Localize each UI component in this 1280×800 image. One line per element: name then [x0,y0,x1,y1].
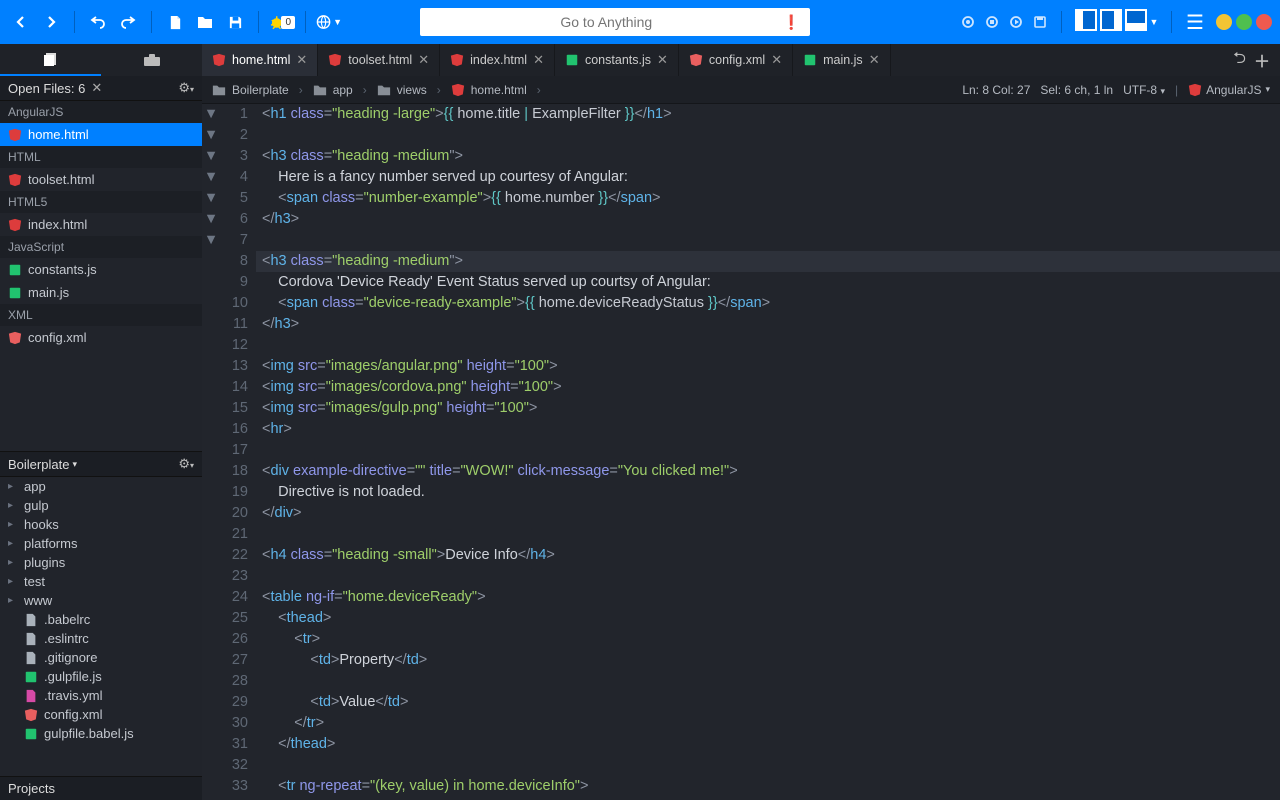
tab-constants-js[interactable]: constants.js✕ [555,44,679,76]
lang-header: JavaScript [0,236,202,258]
angular-icon [451,83,465,97]
tab-config-xml[interactable]: config.xml✕ [679,44,793,76]
folder-icon [377,83,391,97]
lang-header: HTML5 [0,191,202,213]
open-files-label: Open Files: 6 [8,81,85,96]
redo-button[interactable] [115,9,141,35]
minimize-button[interactable] [1216,14,1232,30]
crumb-root[interactable]: Boilerplate [232,83,289,97]
tree-item-www[interactable]: ▸www [0,591,202,610]
tree-root-label: Boilerplate [8,457,69,472]
layout-left-button[interactable] [1075,9,1097,31]
close-button[interactable] [1256,14,1272,30]
close-icon[interactable]: ✕ [657,52,668,68]
save-button[interactable] [222,9,248,35]
sidebar: Open Files: 6 ✕ ⚙▾ AngularJShome.htmlHTM… [0,76,202,800]
status-selection: Sel: 6 ch, 1 ln [1040,83,1113,97]
play-button[interactable] [1005,11,1027,33]
lang-header: XML [0,304,202,326]
tree-item-platforms[interactable]: ▸platforms [0,534,202,553]
close-panel-icon[interactable]: ✕ [91,80,102,96]
open-file-main-js[interactable]: main.js [0,281,202,304]
status-language[interactable]: AngularJS▾ [1188,83,1270,97]
warning-icon: ❗ [783,14,800,31]
folder-icon [313,83,327,97]
tab-home-html[interactable]: home.html✕ [202,44,318,76]
tree-item--babelrc[interactable]: .babelrc [0,610,202,629]
lang-header: AngularJS [0,101,202,123]
tree-item-app[interactable]: ▸app [0,477,202,496]
crumb-seg[interactable]: app [333,83,353,97]
editor: Boilerplate› app› views› home.html› Ln: … [202,76,1280,800]
projects-header[interactable]: Projects [0,776,202,800]
tab-bar: home.html✕toolset.html✕index.html✕consta… [0,44,1280,76]
menu-button[interactable]: ☰ [1182,9,1208,35]
open-file-index-html[interactable]: index.html [0,213,202,236]
folder-icon [212,83,226,97]
breadcrumb-bar: Boilerplate› app› views› home.html› Ln: … [202,76,1280,104]
layout-right-button[interactable] [1100,9,1122,31]
tab-index-html[interactable]: index.html✕ [440,44,555,76]
close-icon[interactable]: ✕ [296,52,307,68]
tree-item--eslintrc[interactable]: .eslintrc [0,629,202,648]
tree-item--gitignore[interactable]: .gitignore [0,648,202,667]
lang-header: HTML [0,146,202,168]
close-icon[interactable]: ✕ [533,52,544,68]
layout-menu-button[interactable]: ▼ [1147,9,1161,35]
angular-icon [1188,83,1202,97]
gear-icon[interactable]: ⚙▾ [178,456,194,472]
tree-item-gulpfile-babel-js[interactable]: gulpfile.babel.js [0,724,202,743]
open-file-config-xml[interactable]: config.xml [0,326,202,349]
main-toolbar: 0 ▼ ❗ ▼ ☰ [0,0,1280,44]
close-icon[interactable]: ✕ [418,52,429,68]
forward-button[interactable] [38,9,64,35]
back-button[interactable] [8,9,34,35]
open-file-toolset-html[interactable]: toolset.html [0,168,202,191]
maximize-button[interactable] [1236,14,1252,30]
tree-item--gulpfile-js[interactable]: .gulpfile.js [0,667,202,686]
stop-button[interactable] [981,11,1003,33]
debug-button[interactable]: 0 [269,9,295,35]
debug-count: 0 [281,16,295,29]
code-area[interactable]: ▼▼▼▼▼▼▼ 12345678910111213141516171819202… [202,104,1280,800]
tree-item-plugins[interactable]: ▸plugins [0,553,202,572]
new-tab-button[interactable]: ＋ [1254,48,1270,72]
new-file-button[interactable] [162,9,188,35]
status-encoding[interactable]: UTF-8 ▾ [1123,83,1165,97]
undo-button[interactable] [85,9,111,35]
tree-item-hooks[interactable]: ▸hooks [0,515,202,534]
restore-tab-button[interactable]: ⮌ [1233,47,1246,74]
tab-toolset-html[interactable]: toolset.html✕ [318,44,440,76]
close-icon[interactable]: ✕ [869,52,880,68]
tree-item-config-xml[interactable]: config.xml [0,705,202,724]
crumb-file[interactable]: home.html [471,83,527,97]
close-icon[interactable]: ✕ [771,52,782,68]
tree-item--travis-yml[interactable]: .travis.yml [0,686,202,705]
goto-anything-search[interactable]: ❗ [420,8,810,36]
sidebar-tab-toolbox[interactable] [101,44,202,76]
record-button[interactable] [957,11,979,33]
search-input[interactable] [430,14,783,30]
save-macro-button[interactable] [1029,11,1051,33]
browser-preview-button[interactable]: ▼ [316,9,342,35]
status-position[interactable]: Ln: 8 Col: 27 [962,83,1030,97]
open-files-header[interactable]: Open Files: 6 ✕ ⚙▾ [0,76,202,101]
tree-item-test[interactable]: ▸test [0,572,202,591]
open-file-constants-js[interactable]: constants.js [0,258,202,281]
tab-main-js[interactable]: main.js✕ [793,44,891,76]
macro-controls [957,11,1051,33]
gear-icon[interactable]: ⚙▾ [178,80,194,96]
crumb-seg[interactable]: views [397,83,427,97]
open-file-home-html[interactable]: home.html [0,123,202,146]
sidebar-tab-files[interactable] [0,44,101,76]
layout-bottom-button[interactable] [1125,9,1147,31]
tree-item-gulp[interactable]: ▸gulp [0,496,202,515]
tree-root-header[interactable]: Boilerplate▾ ⚙▾ [0,451,202,477]
open-folder-button[interactable] [192,9,218,35]
projects-label: Projects [8,781,55,796]
